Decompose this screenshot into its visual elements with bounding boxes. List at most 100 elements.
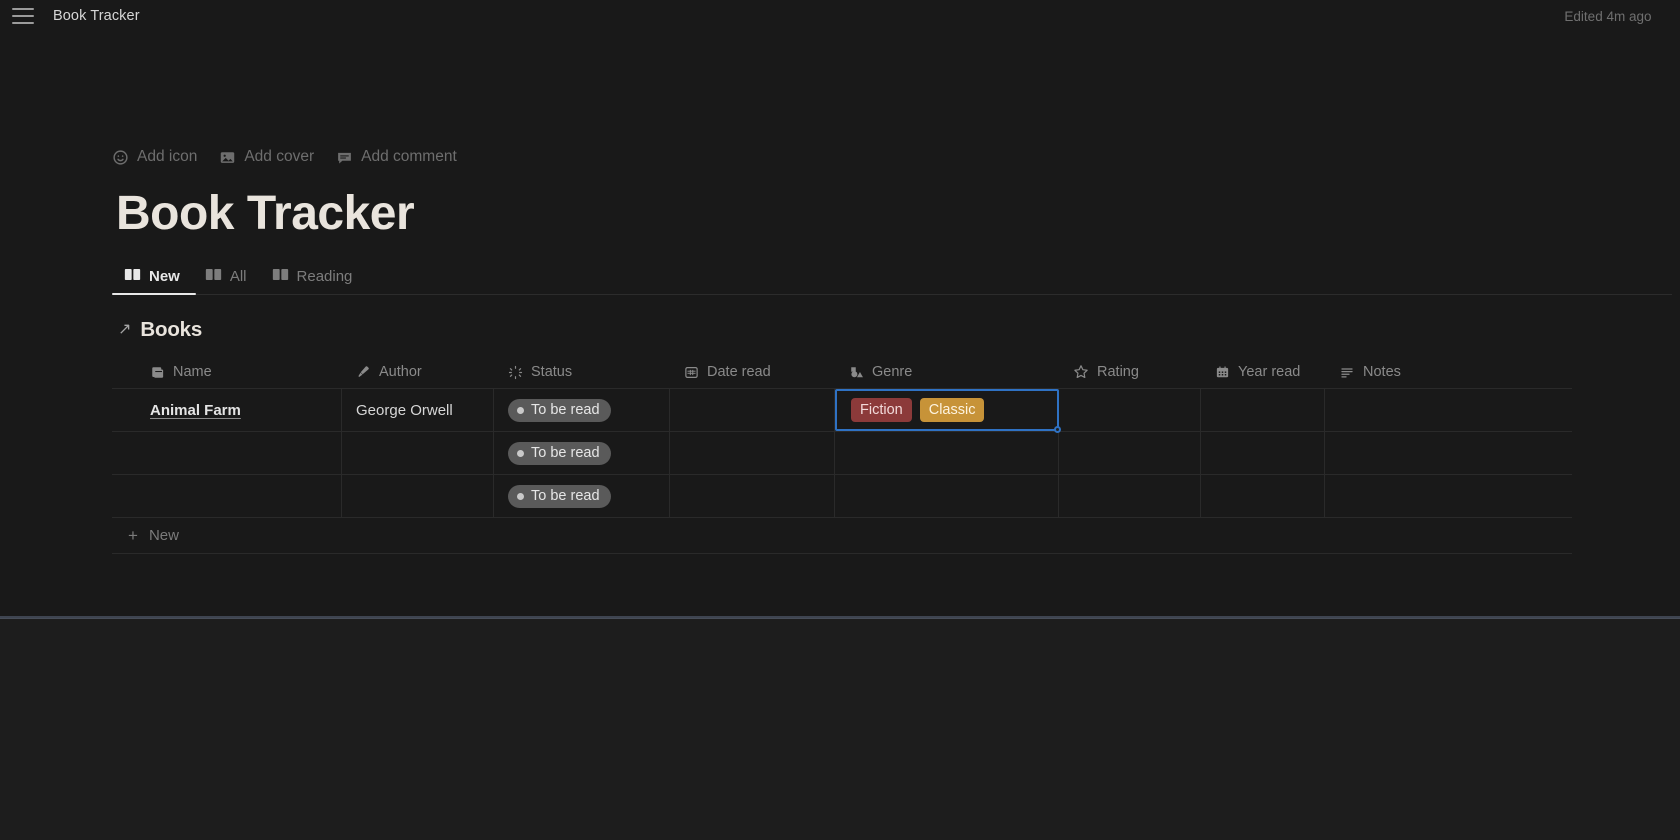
add-new-row-label: New [148, 527, 179, 545]
cell-rating[interactable] [1059, 432, 1201, 475]
status-label: To be read [531, 402, 600, 419]
status-badge: To be read [508, 441, 611, 465]
cell-author[interactable] [342, 432, 494, 475]
cell-status[interactable]: To be read [494, 389, 670, 432]
column-header-rating[interactable]: Rating [1059, 356, 1201, 388]
add-new-row-button[interactable]: + New [112, 518, 1572, 555]
cell-author[interactable] [342, 475, 494, 518]
notion-page: Book Tracker Edited 4m ago Sh Add icon [0, 0, 1680, 840]
books-table: Name Author Status Date read Genre Ratin… [112, 356, 1572, 555]
cell-genre[interactable] [835, 432, 1059, 475]
column-label: Year read [1238, 364, 1301, 381]
add-cover-button[interactable]: Add cover [219, 148, 314, 166]
comment-icon [336, 149, 353, 166]
column-header-genre[interactable]: Genre [835, 356, 1059, 388]
cell-status[interactable]: To be read [494, 432, 670, 475]
add-cover-label: Add cover [244, 148, 315, 165]
book-icon [124, 267, 141, 286]
cell-author[interactable]: George Orwell [342, 389, 494, 432]
status-badge: To be read [508, 398, 611, 422]
view-tabs: New All Reading [112, 261, 1672, 296]
cell-name[interactable] [112, 432, 342, 475]
table-row[interactable]: Animal Farm George Orwell To be read Fic… [112, 389, 1572, 434]
page-title[interactable]: Book Tracker [116, 188, 1672, 239]
add-comment-label: Add comment [361, 148, 457, 165]
page-meta-actions: Add icon Add cover Add comment [112, 145, 1672, 169]
cell-genre[interactable]: Fiction Classic [835, 389, 1061, 434]
pen-icon [356, 365, 371, 380]
cell-status[interactable]: To be read [494, 475, 670, 518]
add-icon-label: Add icon [137, 148, 198, 165]
tab-all[interactable]: All [193, 267, 260, 295]
tabs-divider [112, 294, 1672, 296]
table-header-row: Name Author Status Date read Genre Ratin… [112, 356, 1572, 390]
status-dot-icon [517, 449, 524, 457]
cell-notes[interactable] [1325, 475, 1572, 517]
column-label: Notes [1363, 364, 1401, 381]
tab-all-label: All [229, 268, 247, 286]
cell-rating[interactable] [1059, 389, 1201, 432]
book-icon [272, 267, 289, 286]
tab-new-label: New [149, 268, 180, 286]
breadcrumb[interactable]: Book Tracker [53, 8, 140, 24]
text-lines-icon [1339, 365, 1355, 380]
tab-new[interactable]: New [112, 267, 193, 295]
column-label: Status [531, 364, 573, 381]
top-bar-right: Edited 4m ago Sh [1564, 0, 1680, 32]
cell-genre[interactable] [835, 475, 1059, 518]
status-dot-icon [517, 406, 524, 414]
status-dot-icon [517, 492, 524, 500]
column-header-author[interactable]: Author [342, 356, 494, 388]
column-label: Author [379, 364, 422, 381]
cell-year-read[interactable] [1201, 432, 1325, 475]
genre-tag: Classic [919, 398, 985, 423]
column-label: Date read [707, 364, 771, 381]
image-icon [219, 149, 236, 166]
status-spinner-icon [508, 365, 523, 380]
hamburger-icon[interactable] [12, 8, 34, 24]
status-label: To be read [531, 445, 600, 462]
book-icon [205, 267, 222, 286]
tab-reading[interactable]: Reading [260, 267, 366, 295]
plus-icon: + [128, 526, 138, 546]
cell-notes[interactable] [1325, 432, 1572, 474]
cell-name[interactable] [112, 475, 342, 518]
calendar-dates-icon [1215, 365, 1230, 380]
column-header-status[interactable]: Status [494, 356, 670, 388]
add-icon-button[interactable]: Add icon [112, 148, 197, 166]
add-comment-button[interactable]: Add comment [336, 148, 457, 166]
calendar-icon [684, 365, 699, 380]
smiley-icon [112, 149, 129, 166]
cell-name[interactable]: Animal Farm [112, 389, 342, 432]
cell-date-read[interactable] [670, 475, 835, 518]
page-content: Add icon Add cover Add comment Book Trac… [112, 145, 1672, 555]
panel-edge [0, 618, 1680, 619]
cell-notes[interactable] [1325, 389, 1572, 431]
column-header-date-read[interactable]: Date read [670, 356, 835, 388]
arrow-up-right-icon: ↗ [118, 321, 132, 339]
database-title: Books [140, 318, 203, 342]
database-heading[interactable]: ↗ Books [118, 318, 1672, 342]
status-badge: To be read [508, 484, 611, 508]
cell-year-read[interactable] [1201, 475, 1325, 518]
column-label: Name [173, 364, 212, 381]
cell-date-read[interactable] [670, 389, 835, 432]
cell-date-read[interactable] [670, 432, 835, 475]
column-header-year-read[interactable]: Year read [1201, 356, 1325, 388]
column-header-name[interactable]: Name [112, 356, 342, 388]
edited-timestamp: Edited 4m ago [1564, 8, 1652, 24]
cell-rating[interactable] [1059, 475, 1201, 518]
lower-panel [0, 618, 1680, 840]
genre-tag: Fiction [851, 398, 912, 423]
star-icon [1073, 364, 1089, 380]
status-label: To be read [531, 488, 600, 505]
column-label: Rating [1097, 364, 1139, 381]
column-header-notes[interactable]: Notes [1325, 356, 1572, 388]
cell-year-read[interactable] [1201, 389, 1325, 432]
tab-reading-label: Reading [296, 268, 353, 286]
title-doc-icon [150, 365, 165, 380]
row-title-link[interactable]: Animal Farm [150, 402, 241, 419]
table-row[interactable]: To be read [112, 475, 1572, 519]
multi-select-icon [849, 365, 864, 380]
table-row[interactable]: To be read [112, 432, 1572, 476]
